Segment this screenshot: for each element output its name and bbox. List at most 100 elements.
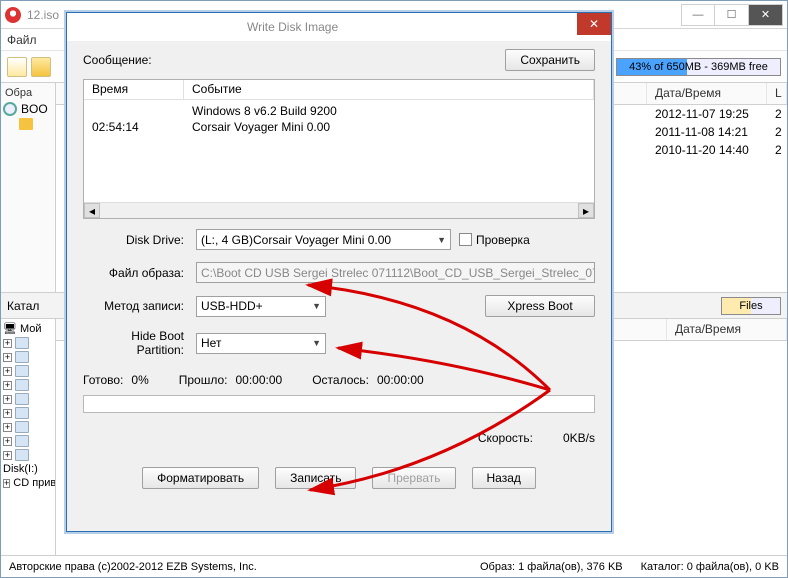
cd-drive-node[interactable]: + CD привод(J) (1, 476, 55, 490)
disk-drive-label: Disk Drive: (83, 233, 188, 247)
tree-pane: Обра BOO (1, 83, 56, 292)
col-date[interactable]: Дата/Время (647, 83, 767, 104)
checkbox-box (459, 233, 472, 246)
disk-usage-text: 43% of 650MB - 369MB free (617, 59, 780, 75)
drive-icon (15, 449, 29, 461)
plus-icon[interactable]: + (3, 423, 12, 432)
drive-node[interactable]: + (1, 378, 55, 392)
write-button[interactable]: Записать (275, 467, 356, 489)
hide-partition-row: Hide Boot Partition: Нет ▼ (83, 329, 595, 357)
image-file-label: Файл образа: (83, 266, 188, 280)
app-icon (5, 7, 21, 23)
message-row: Сообщение: Сохранить (83, 49, 595, 71)
log-headers: Время Событие (84, 80, 594, 100)
plus-icon[interactable]: + (3, 367, 12, 376)
log-row: 02:54:14 Corsair Voyager Mini 0.00 (84, 120, 594, 136)
scroll-right-icon[interactable]: ▸ (578, 203, 594, 218)
maximize-button[interactable]: ☐ (715, 4, 749, 26)
tree-root[interactable]: BOO (1, 101, 55, 117)
plus-icon[interactable]: + (3, 339, 12, 348)
xpress-boot-button[interactable]: Xpress Boot (485, 295, 595, 317)
dialog-title: Write Disk Image (247, 20, 338, 34)
close-button[interactable]: ✕ (749, 4, 783, 26)
chevron-down-icon: ▼ (312, 338, 321, 348)
remaining-value: 00:00:00 (377, 373, 424, 387)
message-label: Сообщение: (83, 53, 505, 67)
plus-icon[interactable]: + (3, 395, 12, 404)
drive-node[interactable]: + (1, 434, 55, 448)
drive-icon (15, 337, 29, 349)
minimize-button[interactable]: — (681, 4, 715, 26)
elapsed-label: Прошло: (179, 373, 228, 387)
plus-icon[interactable]: + (3, 437, 12, 446)
dialog-titlebar: Write Disk Image ✕ (67, 13, 611, 41)
lower-col-date[interactable]: Дата/Время (667, 319, 787, 340)
dialog-close-button[interactable]: ✕ (577, 13, 611, 35)
disk-drive-select[interactable]: (L:, 4 GB)Corsair Voyager Mini 0.00 ▼ (196, 229, 451, 250)
speed-label: Скорость: (478, 431, 533, 445)
chevron-down-icon: ▼ (312, 301, 321, 311)
progress-row: Готово: 0% Прошло: 00:00:00 Осталось: 00… (83, 373, 595, 387)
write-method-select[interactable]: USB-HDD+ ▼ (196, 296, 326, 317)
status-catalog: Каталог: 0 файла(ов), 0 KB (641, 561, 779, 573)
elapsed-value: 00:00:00 (235, 373, 282, 387)
write-disk-dialog: Write Disk Image ✕ Сообщение: Сохранить … (66, 12, 612, 532)
hide-partition-select[interactable]: Нет ▼ (196, 333, 326, 354)
disk-node[interactable]: Disk(I:) (1, 462, 55, 476)
catalog-label: Катал (7, 299, 39, 313)
tree-header: Обра (1, 85, 55, 101)
image-file-row: Файл образа: C:\Boot CD USB Sergei Strel… (83, 262, 595, 283)
log-col-event[interactable]: Событие (184, 80, 594, 99)
drive-icon (15, 435, 29, 447)
log-box: Время Событие Windows 8 v6.2 Build 9200 … (83, 79, 595, 219)
drive-node[interactable]: + (1, 350, 55, 364)
tree-root-label: BOO (21, 102, 48, 116)
open-icon[interactable] (31, 57, 51, 77)
back-button[interactable]: Назад (472, 467, 536, 489)
abort-button[interactable]: Прервать (372, 467, 455, 489)
log-hscroll[interactable]: ◂ ▸ (84, 202, 594, 218)
plus-icon[interactable]: + (3, 451, 12, 460)
plus-icon[interactable]: + (3, 381, 12, 390)
plus-icon[interactable]: + (3, 479, 10, 488)
drive-icon (15, 393, 29, 405)
drive-node[interactable]: + (1, 420, 55, 434)
write-method-row: Метод записи: USB-HDD+ ▼ Xpress Boot (83, 295, 595, 317)
copyright: Авторские права (c)2002-2012 EZB Systems… (9, 561, 462, 573)
midbar-cell: Files (721, 297, 781, 315)
tree-folder[interactable] (1, 117, 55, 131)
write-method-label: Метод записи: (83, 299, 188, 313)
progress-bar (83, 395, 595, 413)
plus-icon[interactable]: + (3, 353, 12, 362)
drive-icon (15, 351, 29, 363)
chevron-down-icon: ▼ (437, 235, 446, 245)
drive-icon (15, 407, 29, 419)
drive-node[interactable]: + (1, 406, 55, 420)
my-computer-node[interactable]: 🖥 Мой (1, 321, 55, 336)
disc-icon (3, 102, 17, 116)
drive-node[interactable]: + (1, 364, 55, 378)
drive-node[interactable]: + (1, 336, 55, 350)
statusbar: Авторские права (c)2002-2012 EZB Systems… (1, 555, 787, 577)
speed-value: 0KB/s (563, 431, 595, 445)
drive-node[interactable]: + (1, 392, 55, 406)
computer-icon: 🖥 (3, 322, 17, 335)
format-button[interactable]: Форматировать (142, 467, 259, 489)
folder-icon (19, 118, 33, 130)
log-rows: Windows 8 v6.2 Build 9200 02:54:14 Corsa… (84, 100, 594, 202)
drive-icon (15, 421, 29, 433)
disk-drive-row: Disk Drive: (L:, 4 GB)Corsair Voyager Mi… (83, 229, 595, 250)
drive-icon (15, 365, 29, 377)
drive-node[interactable]: + (1, 448, 55, 462)
drive-icon (15, 379, 29, 391)
scroll-left-icon[interactable]: ◂ (84, 203, 100, 218)
log-col-time[interactable]: Время (84, 80, 184, 99)
verify-checkbox[interactable]: Проверка (459, 233, 530, 247)
col-l[interactable]: L (767, 83, 787, 104)
new-icon[interactable] (7, 57, 27, 77)
log-row: Windows 8 v6.2 Build 9200 (84, 104, 594, 120)
menu-file[interactable]: Файл (7, 33, 37, 47)
status-obraz: Образ: 1 файла(ов), 376 KB (480, 561, 623, 573)
save-button[interactable]: Сохранить (505, 49, 595, 71)
plus-icon[interactable]: + (3, 409, 12, 418)
